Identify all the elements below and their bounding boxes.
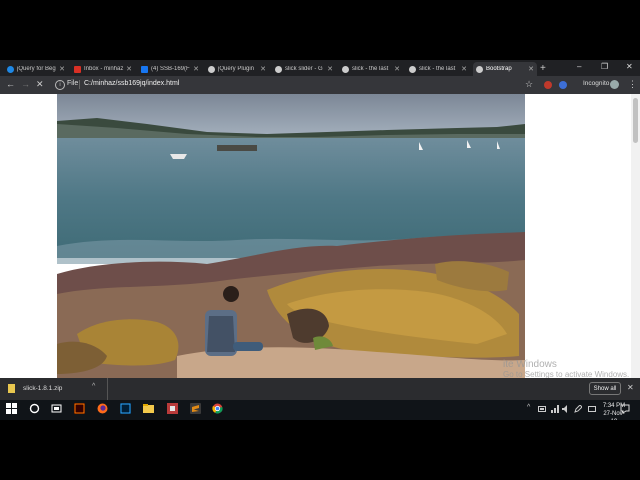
extension-red-icon[interactable] [544, 81, 552, 89]
firefox-icon[interactable] [97, 403, 108, 414]
tab-facebook[interactable]: (4) SSB-169(F ✕ [138, 62, 202, 76]
tab-inbox[interactable]: Inbox - minhaz ✕ [71, 62, 135, 76]
stop-button[interactable]: ✕ [36, 79, 44, 90]
menu-icon[interactable]: ⋮ [628, 79, 637, 90]
close-icon[interactable]: ✕ [461, 65, 467, 73]
tab-title: Inbox - minhaz [84, 66, 124, 72]
tab-title: (4) SSB-169(F [151, 66, 190, 72]
sublime-icon[interactable] [190, 403, 201, 414]
page-viewport: ite Windows Go to Settings to activate W… [0, 94, 640, 378]
task-view-icon[interactable] [51, 403, 62, 414]
download-bar: slick-1.8.1.zip ^ Show all ✕ [0, 378, 640, 400]
photoshop-icon[interactable] [120, 403, 131, 414]
download-item[interactable]: slick-1.8.1.zip ^ [0, 378, 108, 400]
tab-slick-2[interactable]: slick - the last ✕ [406, 62, 470, 76]
close-icon[interactable]: ✕ [394, 65, 400, 73]
bookmark-star-icon[interactable]: ☆ [525, 79, 533, 90]
incognito-label: Incognito [583, 80, 610, 87]
tab-title: slick - the last [352, 66, 389, 72]
zip-file-icon [8, 384, 15, 393]
new-tab-button[interactable]: + [540, 63, 546, 74]
tab-slick-1[interactable]: slick - the last ✕ [339, 62, 403, 76]
browser-toolbar: ← → ✕ i File C:/minhaz/ssb169jq/index.ht… [0, 76, 640, 94]
facebook-icon [141, 65, 148, 73]
tab-title: jQuery Plugin [218, 66, 255, 72]
url-scheme-label: File [67, 80, 79, 87]
extension-blue-icon[interactable] [559, 81, 567, 89]
tab-slick-slider-google[interactable]: slick slider - G ✕ [272, 62, 336, 76]
tab-title: jQuery for Beg [17, 66, 56, 72]
windows-taskbar: ^ 7:34 PM 27-Nov-19 [0, 400, 640, 420]
maximize-button[interactable]: ❐ [601, 62, 608, 71]
gmail-icon [74, 65, 81, 73]
page-favicon-icon [476, 65, 483, 73]
minimize-button[interactable]: – [577, 62, 581, 71]
scrollbar-thumb[interactable] [633, 98, 638, 143]
close-icon[interactable]: ✕ [528, 65, 534, 73]
volume-icon[interactable] [562, 405, 570, 413]
tab-bootstrap[interactable]: Bootstrap ✕ [473, 62, 537, 76]
tab-title: slick - the last [419, 66, 456, 72]
close-icon[interactable]: ✕ [327, 65, 333, 73]
forward-button[interactable]: → [21, 79, 30, 89]
info-icon[interactable]: i [55, 80, 65, 90]
pen-icon[interactable] [574, 405, 582, 413]
google-icon [275, 65, 282, 73]
watermark-subtitle: Go to Settings to activate Windows. [503, 370, 630, 378]
file-explorer-icon[interactable] [143, 403, 154, 414]
address-bar[interactable]: C:/minhaz/ssb169jq/index.html [84, 80, 179, 87]
close-window-button[interactable]: ✕ [626, 62, 633, 71]
github-icon [342, 65, 349, 73]
start-icon[interactable] [6, 403, 17, 414]
tab-jquery-beginners[interactable]: jQuery for Beg ✕ [4, 62, 68, 76]
battery-icon[interactable] [538, 405, 547, 413]
illustrator-icon[interactable] [74, 403, 85, 414]
incognito-avatar-icon[interactable] [610, 80, 619, 89]
watermark-title: ite Windows [503, 359, 557, 370]
app-icon[interactable] [167, 403, 178, 414]
notification-icon[interactable] [620, 404, 630, 414]
keyboard-icon[interactable] [588, 405, 596, 413]
activate-windows-watermark: ite Windows Go to Settings to activate W… [503, 359, 630, 379]
close-icon[interactable]: ✕ [126, 65, 132, 73]
tab-title: Bootstrap [486, 66, 512, 72]
hero-image [57, 94, 525, 378]
cortana-icon[interactable] [29, 403, 40, 414]
tray-chevron-icon[interactable]: ^ [527, 404, 530, 411]
back-button[interactable]: ← [6, 79, 15, 89]
chrome-icon[interactable] [212, 403, 223, 414]
vertical-scrollbar[interactable] [631, 94, 640, 378]
tab-strip: jQuery for Beg ✕ Inbox - minhaz ✕ (4) SS… [0, 60, 640, 76]
tab-jquery-plugin[interactable]: jQuery Plugin ✕ [205, 62, 269, 76]
jquery-favicon-icon [7, 65, 14, 73]
divider [79, 80, 80, 89]
show-all-button[interactable]: Show all [589, 382, 621, 395]
close-icon[interactable]: ✕ [59, 65, 65, 73]
close-icon[interactable]: ✕ [193, 65, 199, 73]
close-download-bar-button[interactable]: ✕ [627, 383, 634, 392]
chevron-up-icon[interactable]: ^ [92, 383, 95, 390]
network-icon[interactable] [551, 405, 559, 413]
github-icon [208, 65, 215, 73]
download-file-name: slick-1.8.1.zip [23, 385, 63, 392]
github-icon [409, 65, 416, 73]
close-icon[interactable]: ✕ [260, 65, 266, 73]
tab-title: slick slider - G [285, 66, 323, 72]
screen: jQuery for Beg ✕ Inbox - minhaz ✕ (4) SS… [0, 60, 640, 420]
